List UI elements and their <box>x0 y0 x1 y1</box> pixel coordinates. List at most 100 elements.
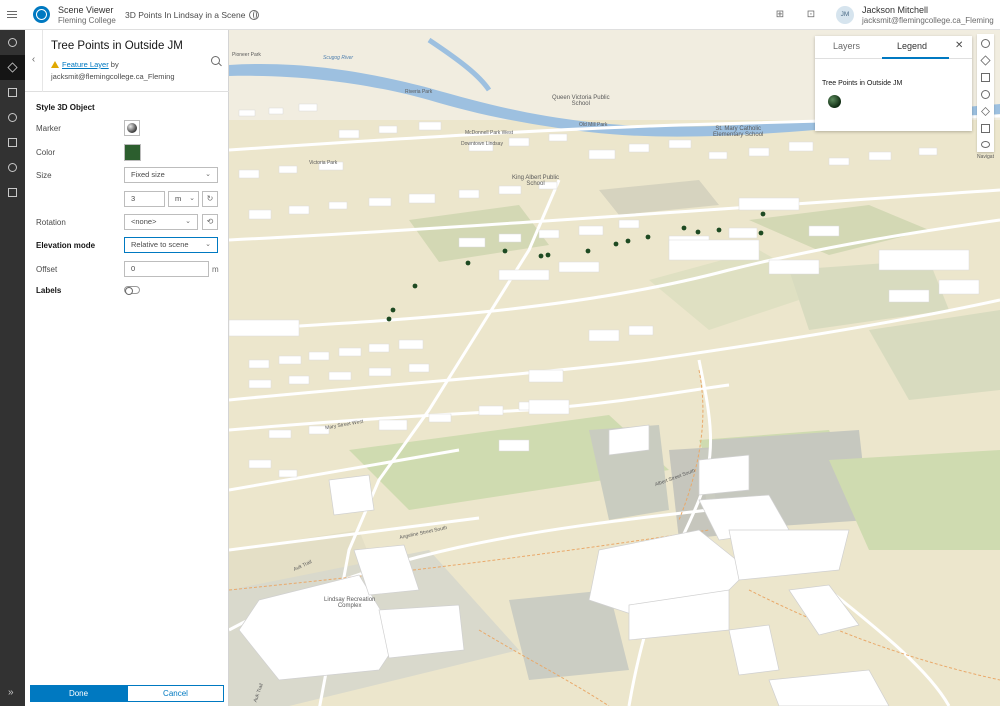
user-name[interactable]: Jackson Mitchell <box>862 5 928 15</box>
map-label-downtown: Downtown Lindsay <box>461 141 503 147</box>
apps-button[interactable] <box>0 180 25 205</box>
color-swatch[interactable] <box>124 144 141 161</box>
tab-legend[interactable]: Legend <box>897 41 927 51</box>
user-email: jacksmit@flemingcollege.ca_Fleming <box>862 16 994 25</box>
legend-layer-name: Tree Points in Outside JM <box>822 80 903 87</box>
gear-icon <box>8 113 17 122</box>
presentation-icon[interactable]: ⊡ <box>805 9 817 21</box>
close-icon[interactable]: ✕ <box>955 40 963 51</box>
map-label-pioneer-park: Pioneer Park <box>232 52 261 58</box>
app-header: Scene Viewer Fleming College 3D Points I… <box>0 0 1000 30</box>
chevron-down-icon: ⌄ <box>185 218 191 225</box>
done-button[interactable]: Done <box>30 685 127 702</box>
rotation-label: Rotation <box>36 218 66 227</box>
panel-header: ‹ Tree Points in Outside JM Feature Laye… <box>25 30 229 92</box>
chevron-down-icon: ⌄ <box>189 195 195 202</box>
active-tab-indicator <box>882 57 949 59</box>
grid-icon <box>8 188 17 197</box>
rotation-value: <none> <box>131 217 157 226</box>
org-name: Fleming College <box>58 16 116 25</box>
slides-icon <box>8 88 17 97</box>
legend-symbol <box>828 95 841 108</box>
size-mode-value: Fixed size <box>131 170 165 179</box>
marker-label: Marker <box>36 124 61 133</box>
share-icon[interactable] <box>981 124 990 133</box>
measure-icon[interactable] <box>981 107 990 116</box>
settings-button[interactable] <box>0 105 25 130</box>
layer-style-panel: ‹ Tree Points in Outside JM Feature Laye… <box>25 30 229 706</box>
expand-icon[interactable]: » <box>8 687 14 698</box>
zoom-to-icon[interactable] <box>211 56 220 65</box>
color-label: Color <box>36 148 56 157</box>
feature-layer-link[interactable]: Feature Layer <box>62 60 109 69</box>
chevron-down-icon: ⌄ <box>205 241 211 248</box>
layer-title: Tree Points in Outside JM <box>51 40 183 52</box>
size-value-input[interactable]: 3 <box>124 191 165 207</box>
share-icon <box>8 163 17 172</box>
add-icon <box>8 38 17 47</box>
slides-button[interactable] <box>0 80 25 105</box>
marker-swatch[interactable] <box>124 120 140 136</box>
scene-map[interactable]: Pioneer Park Scugog River Riveria Park Q… <box>229 30 1000 706</box>
map-label-old-mill-park: Old Mill Park <box>579 122 608 128</box>
size-mode-select[interactable]: Fixed size ⌄ <box>124 167 218 183</box>
labels-label: Labels <box>36 286 62 295</box>
action-bar: » <box>0 30 25 706</box>
refresh-icon[interactable]: ↻ <box>202 191 218 207</box>
app-name: Scene Viewer <box>58 5 114 15</box>
labels-toggle[interactable] <box>124 286 140 295</box>
properties-icon <box>8 138 17 147</box>
basemap-icon[interactable] <box>981 73 990 82</box>
tab-layers[interactable]: Layers <box>833 41 860 51</box>
scene-title[interactable]: 3D Points In Lindsay in a Scene <box>125 10 246 20</box>
map-label-line: School <box>526 181 545 187</box>
by-text: by <box>110 60 119 69</box>
map-label-line: School <box>571 101 590 107</box>
legend-tabs: Layers Legend ✕ <box>815 36 972 59</box>
size-label: Size <box>36 171 52 180</box>
map-label-scugog-river: Scugog River <box>323 55 354 61</box>
size-unit-select[interactable]: m ⌄ <box>168 191 199 207</box>
settings-icon[interactable] <box>981 141 990 148</box>
rotation-select[interactable]: <none> ⌄ <box>124 214 198 230</box>
chevron-down-icon: ⌄ <box>205 171 211 178</box>
layers-icon <box>7 62 18 73</box>
properties-button[interactable] <box>0 130 25 155</box>
offset-label: Offset <box>36 265 58 274</box>
add-layers-button[interactable] <box>0 30 25 55</box>
search-icon[interactable] <box>981 39 990 48</box>
offset-unit: m <box>212 265 219 274</box>
layer-meta: Feature Layer by jacksmit@flemingcollege… <box>51 59 201 83</box>
layers-button[interactable] <box>0 55 25 80</box>
size-unit-value: m <box>175 194 182 203</box>
legend-widget: Layers Legend ✕ Tree Points in Outside J… <box>815 36 972 131</box>
elevation-label: Elevation mode <box>36 241 96 250</box>
back-button[interactable]: ‹ <box>25 30 43 92</box>
menu-icon[interactable] <box>6 9 18 21</box>
scene-viewer-logo-icon[interactable] <box>33 6 50 23</box>
map-label-rec-complex: Lindsay Recreation Complex <box>324 597 375 609</box>
map-label-st-mary: St. Mary Catholic Elementary School <box>713 126 763 138</box>
warning-icon <box>51 61 59 68</box>
map-label-king-albert: King Albert Public School <box>512 175 559 187</box>
map-label-line: Elementary School <box>713 132 764 138</box>
rotation-tool-icon[interactable]: ⟲ <box>202 214 218 230</box>
avatar[interactable]: JM <box>836 6 854 24</box>
offset-input[interactable]: 0 <box>124 261 209 277</box>
section-title: Style 3D Object <box>36 103 95 112</box>
navigation-label: Navigat <box>977 154 994 160</box>
map-label-riveria-park: Riveria Park <box>405 89 433 95</box>
globe-icon[interactable] <box>249 10 259 20</box>
layer-owner: jacksmit@flemingcollege.ca_Fleming <box>51 72 175 81</box>
map-label-mcdonnel-park: McDonnell Park West <box>465 130 513 136</box>
layers-icon[interactable] <box>980 55 991 66</box>
elevation-mode-value: Relative to scene <box>131 240 189 249</box>
daylight-icon[interactable] <box>981 90 990 99</box>
cancel-button[interactable]: Cancel <box>127 685 224 702</box>
map-label-line: Complex <box>337 603 362 609</box>
map-label-queen-victoria: Queen Victoria Public School <box>552 95 610 107</box>
new-scene-icon[interactable]: ⊞ <box>774 9 786 21</box>
map-label-victoria-park: Victoria Park <box>309 160 338 166</box>
elevation-mode-select[interactable]: Relative to scene ⌄ <box>124 237 218 253</box>
share-button[interactable] <box>0 155 25 180</box>
